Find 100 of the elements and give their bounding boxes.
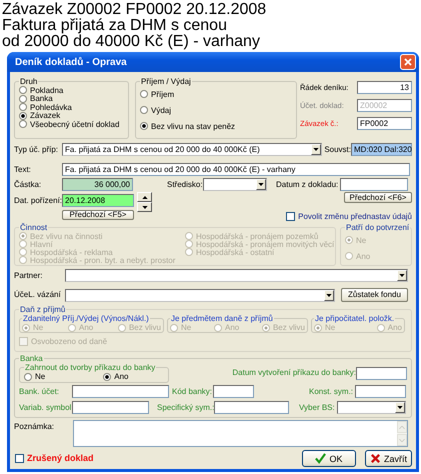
radio-button[interactable]: [19, 94, 27, 103]
group-label: Zdanitelný Příj./Výdej (Výnos/Nákl.): [22, 314, 150, 323]
radio-button[interactable]: [24, 372, 32, 380]
previous-button[interactable]: Předchozí <F5>: [62, 210, 134, 220]
radio-label: Hospodářská - reklama: [30, 248, 113, 256]
dropdown-field[interactable]: [337, 401, 406, 414]
group-label: Daň z příjmů: [19, 305, 66, 314]
text-field[interactable]: FP0002: [357, 117, 412, 130]
caret-icon: [397, 406, 403, 409]
radio-label: Ne: [356, 236, 366, 244]
group-label: Je předmětem daně z příjmů: [170, 314, 274, 323]
dropdown-field[interactable]: [65, 288, 335, 302]
radio-label: Ano: [224, 323, 240, 332]
text-field[interactable]: [214, 401, 289, 414]
close-icon: [403, 57, 413, 67]
field-label: Datum vytvoření příkazu do banky:: [232, 368, 356, 378]
field-label: Variab. symbol: [19, 402, 72, 412]
radio-label: Ne: [35, 372, 46, 381]
radio-button[interactable]: [103, 372, 112, 380]
radio-label: Ano: [78, 323, 94, 332]
radio-label: Hospodářská - pronájem movitých věcí: [196, 240, 334, 248]
radio-button[interactable]: [140, 106, 148, 114]
dropdown-field[interactable]: [203, 178, 267, 191]
radio-label: Příjem: [151, 90, 174, 98]
checkbox-label: Povolit změnu přednastav údajů: [298, 212, 412, 221]
spin-up-button[interactable]: [137, 192, 152, 202]
radio-label: Banka: [30, 94, 53, 104]
field-label: Dat. pořízení:: [14, 196, 62, 206]
text-field[interactable]: MD:020 Dal:320: [351, 143, 412, 156]
text-field[interactable]: [340, 178, 408, 191]
radio-label: Výdaj: [151, 106, 172, 114]
group-label: Druh: [19, 77, 38, 86]
radio-label: Bez vlivu na stav peněz: [151, 122, 236, 130]
group-label: Zahrnout do tvorby příkazu do banky: [24, 363, 156, 372]
radio-label: Bez vlivu: [272, 323, 305, 332]
fund-balance-button[interactable]: Zůstatek fondu: [341, 288, 408, 302]
text-field[interactable]: 36 000,00: [62, 178, 133, 191]
radio-label: Hlavní: [30, 240, 53, 248]
text-field[interactable]: [355, 385, 406, 398]
radio-button[interactable]: [140, 122, 148, 130]
heading-text: Závazek Z00002 FP0002 20.12.2008: [2, 2, 268, 18]
field-label: Text:: [14, 164, 32, 174]
dropdown-field[interactable]: [65, 269, 408, 282]
radio-label: Ano: [114, 372, 128, 381]
group-label: Je připočitatel. položk.: [314, 314, 396, 323]
text-area[interactable]: [73, 420, 408, 447]
radio-label: Ne: [33, 323, 44, 332]
previous-button[interactable]: Předchozí <F6>: [344, 192, 412, 203]
close-button[interactable]: [400, 54, 416, 70]
field-label: Středisko:: [167, 180, 203, 190]
checkbox-label: Osvobozeno od daně: [31, 337, 108, 346]
heading-text: Faktura přijatá za DHM s cenou: [2, 18, 228, 34]
group-label: Banka: [19, 354, 44, 363]
field-label: Poznámka:: [14, 422, 56, 432]
checkbox[interactable]: [286, 212, 296, 221]
ok-button[interactable]: OK: [302, 450, 356, 467]
field-label: Vyber BS:: [299, 402, 336, 412]
text-field[interactable]: [72, 385, 169, 398]
scroll-bar: [397, 421, 407, 446]
close-button[interactable]: Zavřít: [365, 450, 412, 467]
radio-label: Všeobecný účetní doklad: [30, 120, 120, 129]
checkbox[interactable]: [15, 454, 24, 463]
radio-label: Hospodářská - ostatní: [196, 248, 274, 256]
text-field[interactable]: [72, 401, 149, 414]
dropdown-button[interactable]: [397, 270, 407, 281]
caret-icon: [399, 274, 405, 277]
text-field[interactable]: 13: [357, 81, 412, 94]
triangle-up-icon: [142, 196, 148, 198]
field-label: Bank. účet:: [19, 386, 60, 396]
text-field[interactable]: [356, 366, 407, 380]
triangle-down-icon: [142, 206, 148, 208]
group-label: Patří do potvrzení: [345, 223, 410, 232]
radio-button[interactable]: [19, 120, 27, 128]
text-field[interactable]: [213, 385, 254, 398]
field-label: Souvst:: [324, 144, 351, 154]
radio-label: Ne: [325, 323, 336, 332]
dropdown-field[interactable]: Fa. přijatá za DHM s cenou od 20 000 do 40 000Kč (E): [62, 143, 322, 156]
text-field[interactable]: 20.12.2008: [62, 194, 134, 207]
field-label: Kód banky:: [172, 386, 213, 396]
radio-button[interactable]: [19, 112, 27, 120]
check-icon: [315, 453, 326, 464]
dropdown-button[interactable]: [311, 144, 322, 155]
radio-button[interactable]: [19, 86, 27, 94]
dropdown-button[interactable]: [324, 290, 334, 300]
field-label: Typ úč. příp:: [14, 144, 60, 154]
text-field[interactable]: Fa. přijatá za DHM s cenou od 20 000 do 40 000Kč (E) - varhany: [62, 163, 410, 176]
radio-button[interactable]: [140, 90, 148, 98]
cross-icon: [370, 453, 381, 464]
radio-label: Ano: [356, 252, 370, 260]
spin-down-button[interactable]: [137, 202, 152, 212]
dropdown-button[interactable]: [395, 402, 405, 413]
heading-text: od 20000 do 40000 Kč (E) - varhany: [2, 34, 261, 50]
radio-label: Bez vlivu: [128, 323, 161, 332]
radio-label: Hospodářská - pronájem pozemků: [196, 232, 318, 240]
radio-label: Pokladna: [30, 86, 64, 95]
caret-icon: [313, 148, 320, 151]
radio-button[interactable]: [19, 103, 27, 112]
dropdown-button[interactable]: [256, 179, 266, 190]
radio-label: Pohledávka: [30, 102, 72, 112]
radio-label: Hospodářská - pron. byt. a nebyt. prostor: [30, 256, 176, 264]
